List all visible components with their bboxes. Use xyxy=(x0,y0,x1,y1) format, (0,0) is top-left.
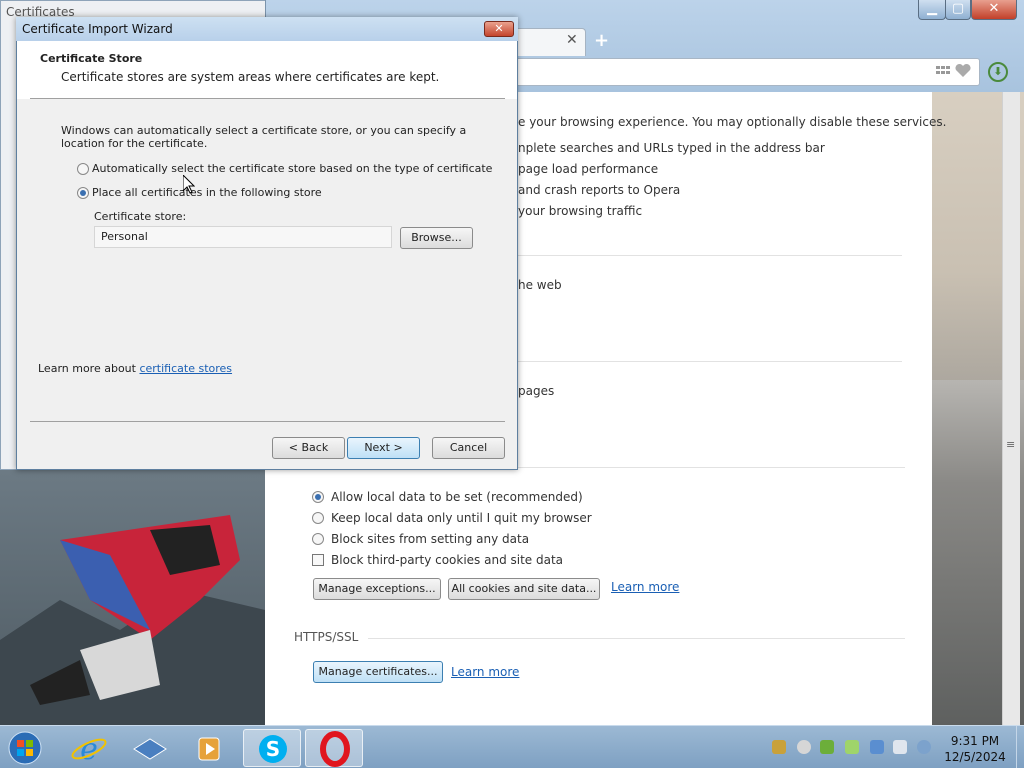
certificate-store-label: Certificate store: xyxy=(94,210,187,223)
service-item-performance: page load performance xyxy=(518,162,659,176)
clock-date: 12/5/2024 xyxy=(944,750,1006,764)
wizard-page-subtitle: Certificate stores are system areas wher… xyxy=(61,70,440,84)
manage-certificates-button[interactable]: Manage certificates... xyxy=(313,661,443,683)
tray-minus-icon[interactable] xyxy=(797,740,811,754)
cookie-option-session-label: Keep local data only until I quit my bro… xyxy=(331,511,592,525)
windows-live-icon[interactable] xyxy=(120,729,178,767)
close-window-button[interactable]: ✕ xyxy=(971,0,1017,20)
auto-select-store-label: Automatically select the certificate sto… xyxy=(92,162,493,175)
tray-monitor-icon[interactable] xyxy=(893,740,907,754)
auto-select-store-radio[interactable] xyxy=(77,163,89,175)
bookmark-heart-icon[interactable] xyxy=(936,63,976,83)
place-in-store-label: Place all certificates in the following … xyxy=(92,186,322,199)
address-bar[interactable] xyxy=(518,58,980,86)
download-icon[interactable]: ⬇ xyxy=(988,62,1008,82)
divider xyxy=(368,638,905,639)
cookie-option-allow-label: Allow local data to be set (recommended) xyxy=(331,490,583,504)
cancel-button[interactable]: Cancel xyxy=(432,437,505,459)
dialog-title: Certificate Import Wizard xyxy=(22,22,173,36)
cookie-option-block-radio[interactable] xyxy=(312,533,324,545)
mouse-cursor-icon xyxy=(182,173,196,197)
cookie-option-block-label: Block sites from setting any data xyxy=(331,532,530,546)
tray-green-icon[interactable] xyxy=(845,740,859,754)
learn-more-text: Learn more about certificate stores xyxy=(38,362,232,375)
show-desktop-button[interactable] xyxy=(1016,726,1024,768)
all-cookies-button[interactable]: All cookies and site data... xyxy=(448,578,600,600)
cookie-option-session-radio[interactable] xyxy=(312,512,324,524)
learn-more-prefix: Learn more about xyxy=(38,362,140,375)
certificate-store-field[interactable]: Personal xyxy=(94,226,392,248)
taskbar-clock[interactable]: 9:31 PM 12/5/2024 xyxy=(940,733,1010,765)
service-item-traffic: your browsing traffic xyxy=(518,204,643,218)
new-tab-button[interactable]: + xyxy=(594,30,609,51)
divider xyxy=(518,361,902,362)
tray-volume-icon[interactable] xyxy=(917,740,931,754)
certificate-stores-link[interactable]: certificate stores xyxy=(139,362,232,375)
service-item-autocomplete: nplete searches and URLs typed in the ad… xyxy=(518,141,825,155)
clock-time: 9:31 PM xyxy=(950,734,1000,748)
header-divider xyxy=(30,98,505,99)
tray-wrench-icon[interactable] xyxy=(772,740,786,754)
media-player-icon[interactable] xyxy=(180,729,238,767)
privacy-intro-text: e your browsing experience. You may opti… xyxy=(518,115,947,129)
svg-text:S: S xyxy=(266,737,280,761)
internet-explorer-icon[interactable]: e xyxy=(60,729,118,767)
manage-exceptions-button[interactable]: Manage exceptions... xyxy=(313,578,441,600)
svg-text:e: e xyxy=(80,732,98,767)
scrollbar-grip-icon[interactable]: ≡ xyxy=(1006,438,1015,451)
tab-close-icon[interactable]: ✕ xyxy=(566,32,578,48)
wizard-description: Windows can automatically select a certi… xyxy=(61,124,467,150)
cookie-option-allow-radio[interactable] xyxy=(312,491,324,503)
opera-icon[interactable] xyxy=(305,729,363,767)
browse-button[interactable]: Browse... xyxy=(400,227,473,249)
cookies-learn-more-link[interactable]: Learn more xyxy=(611,580,679,594)
divider xyxy=(518,255,902,256)
block-third-party-label: Block third-party cookies and site data xyxy=(331,553,564,567)
block-third-party-checkbox[interactable] xyxy=(312,554,324,566)
tray-network-icon[interactable] xyxy=(870,740,884,754)
back-button[interactable]: < Back xyxy=(272,437,345,459)
minimize-button[interactable]: ▁ xyxy=(918,0,946,20)
wizard-page-title: Certificate Store xyxy=(40,52,143,65)
tray-utorrent-icon[interactable] xyxy=(820,740,834,754)
maximize-button[interactable]: ▢ xyxy=(945,0,971,20)
dialog-close-button[interactable]: ✕ xyxy=(484,21,514,37)
https-learn-more-link[interactable]: Learn more xyxy=(451,665,519,679)
section-pages-text: pages xyxy=(518,384,555,398)
place-in-store-radio[interactable] xyxy=(77,187,89,199)
next-button[interactable]: Next > xyxy=(347,437,420,459)
skype-icon[interactable]: S xyxy=(243,729,301,767)
service-item-crash-reports: and crash reports to Opera xyxy=(518,183,681,197)
page-scrollbar[interactable] xyxy=(1002,92,1020,725)
https-section-heading: HTTPS/SSL xyxy=(294,630,359,644)
footer-divider xyxy=(30,421,505,422)
start-orb-icon[interactable] xyxy=(8,731,42,768)
section-web-text: he web xyxy=(518,278,562,292)
